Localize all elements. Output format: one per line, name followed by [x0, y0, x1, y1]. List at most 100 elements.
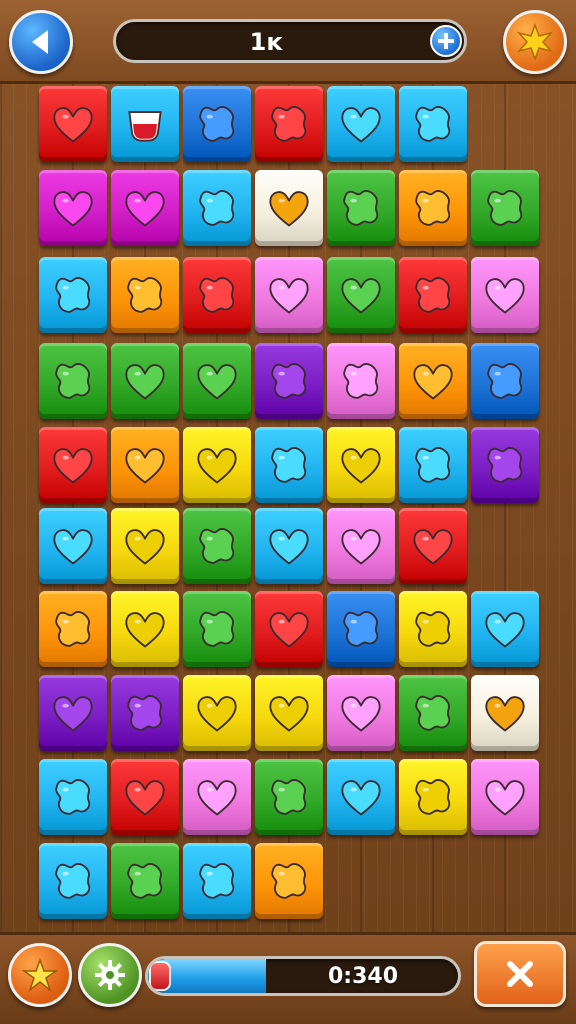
blob-icon: [127, 863, 163, 899]
tile-red-heart[interactable]: [39, 86, 107, 162]
blob-icon: [271, 863, 307, 899]
tile-red-blob[interactable]: [399, 257, 467, 333]
tile-yellow-heart[interactable]: [327, 427, 395, 503]
blob-icon: [199, 528, 235, 564]
tile-pink-heart[interactable]: [327, 508, 395, 584]
cup-icon: [128, 111, 162, 142]
blob-icon: [415, 695, 451, 731]
heart-icon: [125, 612, 165, 648]
blob-icon: [487, 363, 523, 399]
heart-icon: [53, 107, 93, 143]
heart-icon: [125, 191, 165, 227]
tile-cyan-blob[interactable]: [183, 170, 251, 246]
heart-icon: [485, 696, 525, 732]
tile-pink-heart[interactable]: [255, 257, 323, 333]
tile-green-blob[interactable]: [183, 508, 251, 584]
tile-pink-heart[interactable]: [471, 759, 539, 835]
tile-cyan-heart[interactable]: [327, 759, 395, 835]
tile-blue-blob[interactable]: [327, 591, 395, 667]
tile-red-blob[interactable]: [255, 86, 323, 162]
tile-cyan-heart[interactable]: [255, 508, 323, 584]
tile-red-blob[interactable]: [183, 257, 251, 333]
tile-yellow-heart[interactable]: [183, 427, 251, 503]
tile-yellow-blob[interactable]: [399, 759, 467, 835]
tile-red-heart[interactable]: [255, 591, 323, 667]
tile-orange-heart[interactable]: [399, 343, 467, 419]
tile-green-blob[interactable]: [183, 591, 251, 667]
blob-icon: [415, 779, 451, 815]
tile-pink-blob[interactable]: [327, 343, 395, 419]
heart-icon: [53, 696, 93, 732]
tile-green-heart[interactable]: [111, 343, 179, 419]
tile-orange-blob[interactable]: [255, 843, 323, 919]
tile-cyan-blob[interactable]: [183, 843, 251, 919]
tile-cyan-blob[interactable]: [39, 759, 107, 835]
tile-cyan-heart[interactable]: [39, 508, 107, 584]
heart-icon: [197, 780, 237, 816]
tile-cyan-cup[interactable]: [111, 86, 179, 162]
blob-icon: [199, 863, 235, 899]
heart-icon: [269, 612, 309, 648]
tile-magenta-heart[interactable]: [111, 170, 179, 246]
tile-purple-blob[interactable]: [471, 427, 539, 503]
close-button[interactable]: [474, 941, 566, 1007]
heart-icon: [485, 780, 525, 816]
settings-button[interactable]: [78, 943, 142, 1007]
tile-yellow-heart[interactable]: [255, 675, 323, 751]
tile-orange-blob[interactable]: [399, 170, 467, 246]
tile-yellow-heart[interactable]: [111, 591, 179, 667]
heart-icon: [413, 529, 453, 565]
tile-green-blob[interactable]: [255, 759, 323, 835]
tile-cyan-blob[interactable]: [255, 427, 323, 503]
tile-blue-blob[interactable]: [471, 343, 539, 419]
blob-icon: [127, 695, 163, 731]
tile-orange-heart[interactable]: [111, 427, 179, 503]
tile-orange-blob[interactable]: [39, 591, 107, 667]
tile-cream-heart[interactable]: [255, 170, 323, 246]
tile-pink-heart[interactable]: [471, 257, 539, 333]
tile-red-heart[interactable]: [111, 759, 179, 835]
heart-icon: [341, 780, 381, 816]
tile-cyan-heart[interactable]: [327, 86, 395, 162]
heart-icon: [485, 612, 525, 648]
heart-icon: [125, 529, 165, 565]
tile-purple-heart[interactable]: [39, 675, 107, 751]
tile-green-blob[interactable]: [327, 170, 395, 246]
heart-icon: [269, 696, 309, 732]
tile-blue-blob[interactable]: [183, 86, 251, 162]
tile-pink-heart[interactable]: [327, 675, 395, 751]
timer-cap-icon: [149, 961, 171, 991]
tile-green-blob[interactable]: [399, 675, 467, 751]
tile-green-blob[interactable]: [39, 343, 107, 419]
tile-red-heart[interactable]: [399, 508, 467, 584]
tile-red-heart[interactable]: [39, 427, 107, 503]
tile-cyan-blob[interactable]: [39, 257, 107, 333]
tile-green-heart[interactable]: [183, 343, 251, 419]
tile-yellow-heart[interactable]: [111, 508, 179, 584]
tile-purple-blob[interactable]: [111, 675, 179, 751]
tile-green-heart[interactable]: [327, 257, 395, 333]
tile-yellow-blob[interactable]: [399, 591, 467, 667]
blob-icon: [271, 106, 307, 142]
tile-cyan-blob[interactable]: [399, 86, 467, 162]
blob-icon: [127, 277, 163, 313]
heart-icon: [341, 448, 381, 484]
tile-yellow-heart[interactable]: [183, 675, 251, 751]
tile-cyan-heart[interactable]: [471, 591, 539, 667]
tile-cyan-blob[interactable]: [399, 427, 467, 503]
tile-pink-heart[interactable]: [183, 759, 251, 835]
tile-orange-blob[interactable]: [111, 257, 179, 333]
tile-cream-heart[interactable]: [471, 675, 539, 751]
heart-icon: [53, 529, 93, 565]
heart-icon: [125, 364, 165, 400]
heart-icon: [269, 278, 309, 314]
tile-purple-blob[interactable]: [255, 343, 323, 419]
tile-magenta-heart[interactable]: [39, 170, 107, 246]
hint-button[interactable]: [8, 943, 72, 1007]
tile-green-blob[interactable]: [111, 843, 179, 919]
tile-cyan-blob[interactable]: [39, 843, 107, 919]
blob-icon: [55, 611, 91, 647]
heart-icon: [125, 780, 165, 816]
blob-icon: [415, 277, 451, 313]
tile-green-blob[interactable]: [471, 170, 539, 246]
